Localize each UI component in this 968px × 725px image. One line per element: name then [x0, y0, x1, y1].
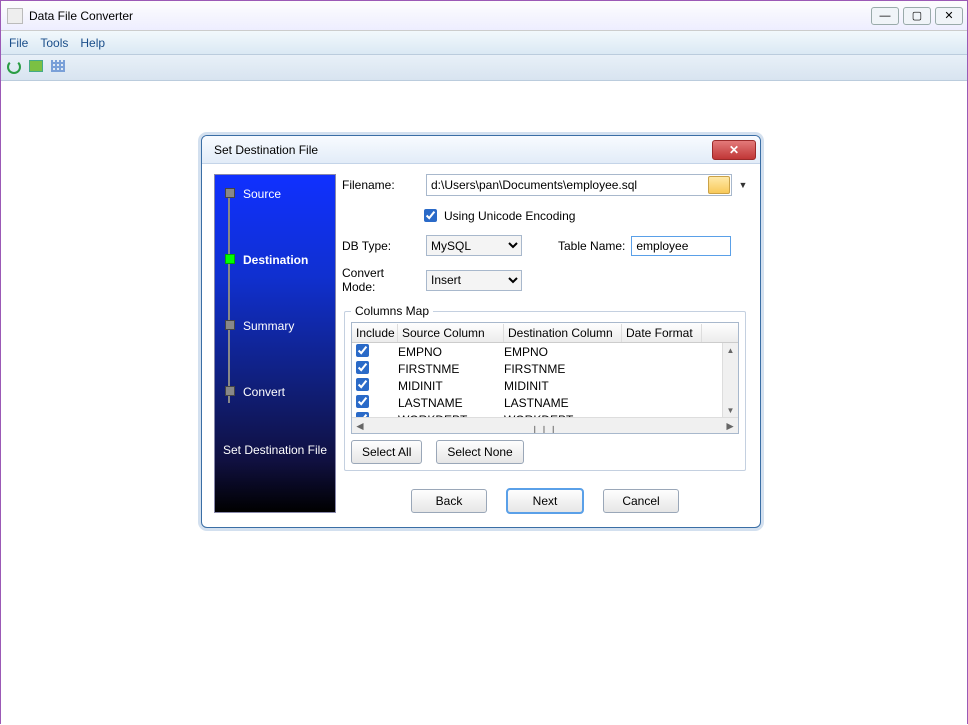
- tablename-label: Table Name:: [558, 239, 625, 253]
- refresh-icon[interactable]: [7, 60, 23, 76]
- app-icon: [7, 8, 23, 24]
- dbtype-label: DB Type:: [342, 239, 420, 253]
- destination-dialog: Set Destination File ✕ Source Destinatio…: [201, 135, 761, 528]
- browse-button[interactable]: [708, 176, 730, 194]
- menubar: File Tools Help: [1, 31, 967, 55]
- source-column-cell: EMPNO: [398, 345, 504, 359]
- unicode-checkbox[interactable]: [424, 209, 437, 222]
- minimize-button[interactable]: —: [871, 7, 899, 25]
- columns-map-label: Columns Map: [351, 304, 433, 318]
- source-column-cell: MIDINIT: [398, 379, 504, 393]
- wizard-form: Filename: ▼ Using Unicode Encoding DB Ty…: [342, 174, 748, 513]
- table-row[interactable]: LASTNAMELASTNAME: [352, 394, 738, 411]
- back-button[interactable]: Back: [411, 489, 487, 513]
- destination-column-cell: LASTNAME: [504, 396, 622, 410]
- include-checkbox[interactable]: [356, 395, 369, 408]
- cancel-button[interactable]: Cancel: [603, 489, 679, 513]
- filename-field-wrap: [426, 174, 732, 196]
- menu-tools[interactable]: Tools: [40, 36, 68, 50]
- table-row[interactable]: EMPNOEMPNO: [352, 343, 738, 360]
- dialog-title: Set Destination File: [214, 143, 318, 157]
- menu-help[interactable]: Help: [80, 36, 105, 50]
- filename-label: Filename:: [342, 178, 420, 192]
- menu-file[interactable]: File: [9, 36, 28, 50]
- scroll-right-icon[interactable]: ►: [724, 419, 736, 433]
- workarea: Set Destination File ✕ Source Destinatio…: [1, 81, 967, 725]
- maximize-button[interactable]: ▢: [903, 7, 931, 25]
- header-source[interactable]: Source Column: [398, 324, 504, 342]
- wizard-footer: Set Destination File: [221, 443, 329, 457]
- tablename-input[interactable]: [631, 236, 731, 256]
- include-checkbox[interactable]: [356, 361, 369, 374]
- grid-icon[interactable]: [51, 60, 67, 76]
- table-row[interactable]: FIRSTNMEFIRSTNME: [352, 360, 738, 377]
- destination-column-cell: MIDINIT: [504, 379, 622, 393]
- wizard-step-summary[interactable]: Summary: [221, 319, 329, 385]
- columns-map-group: Columns Map Include Source Column Destin…: [344, 304, 746, 471]
- dialog-close-button[interactable]: ✕: [712, 140, 756, 160]
- scroll-up-icon[interactable]: ▲: [723, 343, 738, 357]
- app-title: Data File Converter: [29, 9, 133, 23]
- wizard-nav: Source Destination Summary Convert Set D…: [214, 174, 336, 513]
- source-column-cell: LASTNAME: [398, 396, 504, 410]
- source-column-cell: FIRSTNME: [398, 362, 504, 376]
- close-button[interactable]: ✕: [935, 7, 963, 25]
- destination-column-cell: FIRSTNME: [504, 362, 622, 376]
- convertmode-label: Convert Mode:: [342, 266, 420, 294]
- columns-header: Include Source Column Destination Column…: [352, 323, 738, 343]
- wizard-step-destination[interactable]: Destination: [221, 253, 329, 319]
- scroll-left-icon[interactable]: ◄: [354, 419, 366, 433]
- open-folder-icon[interactable]: [29, 60, 45, 76]
- columns-table: Include Source Column Destination Column…: [351, 322, 739, 434]
- filename-input[interactable]: [427, 176, 708, 194]
- wizard-step-convert[interactable]: Convert: [221, 385, 329, 435]
- select-all-button[interactable]: Select All: [351, 440, 422, 464]
- unicode-label: Using Unicode Encoding: [444, 209, 575, 223]
- toolbar: [1, 55, 967, 81]
- horizontal-scrollbar[interactable]: ◄ ╷╷╷ ►: [352, 417, 738, 433]
- convertmode-select[interactable]: Insert: [426, 270, 522, 291]
- next-button[interactable]: Next: [507, 489, 583, 513]
- filename-dropdown-icon[interactable]: ▼: [738, 180, 748, 190]
- table-row[interactable]: MIDINITMIDINIT: [352, 377, 738, 394]
- dialog-titlebar: Set Destination File ✕: [202, 136, 760, 164]
- include-checkbox[interactable]: [356, 378, 369, 391]
- header-include[interactable]: Include: [352, 324, 398, 342]
- window-controls: — ▢ ✕: [871, 7, 967, 25]
- dbtype-select[interactable]: MySQL: [426, 235, 522, 256]
- scroll-down-icon[interactable]: ▼: [723, 403, 738, 417]
- titlebar: Data File Converter — ▢ ✕: [1, 1, 967, 31]
- destination-column-cell: EMPNO: [504, 345, 622, 359]
- header-destination[interactable]: Destination Column: [504, 324, 622, 342]
- include-checkbox[interactable]: [356, 344, 369, 357]
- vertical-scrollbar[interactable]: ▲ ▼: [722, 343, 738, 417]
- wizard-step-source[interactable]: Source: [221, 187, 329, 253]
- select-none-button[interactable]: Select None: [436, 440, 523, 464]
- header-dateformat[interactable]: Date Format: [622, 324, 702, 342]
